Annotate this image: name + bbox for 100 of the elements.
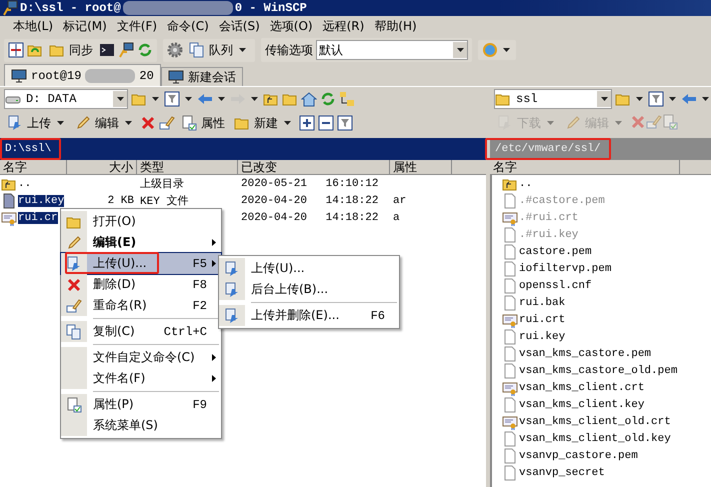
path-text: D:\ssl\ [5, 143, 52, 155]
menu-item[interactable]: 帮助(H) [369, 18, 422, 34]
toolbar-button[interactable]: 属性 [178, 114, 228, 132]
menu-item[interactable]: 会话(S) [214, 18, 265, 34]
back-arrow-icon[interactable] [681, 91, 697, 107]
home-icon[interactable] [301, 91, 317, 107]
file-name[interactable]: .#castore.pem [519, 194, 605, 206]
menu-item[interactable]: 上传(U)... [219, 258, 399, 279]
menu-item[interactable]: 打开(O) [61, 211, 221, 232]
delete-icon [140, 115, 156, 131]
upload-icon [7, 115, 23, 131]
file-name[interactable]: vsan_kms_client.key [519, 398, 644, 410]
certificate-icon [502, 210, 518, 226]
submenu-arrow-icon [212, 260, 216, 267]
file-name[interactable]: vsan_kms_castore.pem [519, 348, 652, 360]
menu-item[interactable]: 复制(C) Ctrl+C [61, 321, 221, 347]
file-name[interactable]: vsan_kms_client_old.key [519, 432, 671, 444]
file-name[interactable]: .#rui.crt [519, 212, 578, 224]
toolbar-button[interactable]: 编辑 [72, 114, 137, 132]
caret-icon [669, 97, 676, 101]
file-name[interactable]: rui.bak [519, 296, 566, 308]
terminal-icon[interactable] [99, 42, 115, 58]
file-name[interactable]: rui.crt [519, 314, 566, 326]
session-tab[interactable]: root@19 20 [4, 64, 161, 86]
caret-icon [218, 97, 225, 101]
plus-icon[interactable] [299, 115, 315, 131]
copy-icon [66, 324, 82, 340]
toolbar-button[interactable]: 新建 [231, 114, 296, 132]
menu-item[interactable]: 删除(D) F8 [61, 274, 221, 295]
menu-item[interactable]: 选项(O) [264, 18, 318, 34]
file-icon [502, 226, 518, 242]
toolbar-button[interactable]: 上传 [4, 114, 69, 132]
file-name[interactable]: rui.cr [18, 212, 58, 224]
menu-item[interactable]: 编辑(E) [61, 232, 221, 253]
session-tab[interactable]: 新建会话 [160, 67, 243, 86]
menu-item[interactable]: 文件(F) [112, 18, 162, 34]
file-name[interactable]: castore.pem [519, 246, 592, 258]
menu-item[interactable]: 本地(L) [8, 18, 58, 34]
submenu-arrow-icon [212, 375, 216, 382]
file-name[interactable]: .. [18, 178, 32, 190]
upload-icon [66, 256, 82, 272]
transfer-settings-dropdown[interactable]: 默认 [316, 40, 468, 60]
network-icon[interactable] [118, 42, 134, 58]
properties-icon [662, 114, 678, 130]
file-name[interactable]: openssl.cnf [519, 280, 592, 292]
file-size: 2 KB [108, 194, 134, 206]
file-name[interactable]: .. [519, 178, 532, 190]
menu-item[interactable]: 属性(P) F9 [61, 394, 221, 415]
menu-item[interactable]: 重命名(R) F2 [61, 295, 221, 321]
menu-item[interactable]: 标记(M) [58, 18, 112, 34]
caret-icon [284, 121, 291, 125]
filter-icon[interactable] [337, 115, 353, 131]
file-icon [502, 192, 518, 208]
caret-icon [600, 97, 608, 101]
blurred-area [85, 68, 136, 82]
menu-item[interactable]: 远程(R) [318, 18, 370, 34]
gear-icon[interactable] [167, 42, 183, 58]
file-icon [502, 464, 518, 480]
file-name[interactable]: vsan_kms_client_old.crt [519, 416, 671, 428]
caret-icon [636, 97, 643, 101]
properties-icon [66, 396, 82, 412]
network-icon[interactable] [2, 0, 18, 16]
pencil-icon [75, 115, 91, 131]
compare-icon[interactable] [8, 42, 24, 58]
caret-icon [116, 97, 124, 101]
file-icon [502, 430, 518, 446]
file-name[interactable]: vsan_kms_client.crt [519, 382, 644, 394]
modified-date: 2020-04-20 14:18:22 [241, 194, 378, 206]
submenu-arrow-icon [212, 354, 216, 361]
file-name[interactable]: iofiltervp.pem [519, 262, 612, 274]
menu-item[interactable]: 系统菜单(S) [61, 415, 221, 436]
folder-tree-icon[interactable] [339, 91, 355, 107]
upload-icon [224, 308, 240, 324]
menu-item[interactable]: 文件名(F) [61, 368, 221, 394]
menu-item[interactable]: 命令(C) [162, 18, 214, 34]
certificate-icon [502, 414, 518, 430]
rename-icon [646, 114, 662, 130]
properties-icon [181, 115, 197, 131]
back-arrow-icon[interactable] [197, 91, 213, 107]
file-name[interactable]: rui.key [18, 194, 64, 206]
minus-icon[interactable] [318, 115, 334, 131]
file-name[interactable]: .#rui.key [519, 228, 578, 240]
file-name[interactable]: rui.key [519, 330, 566, 342]
certificate-icon [1, 210, 17, 226]
pencil-icon [66, 234, 82, 250]
file-name[interactable]: vsanvp_castore.pem [519, 450, 638, 462]
menu-item[interactable]: 文件自定义命令(C) [61, 347, 221, 368]
file-name[interactable]: vsanvp_secret [519, 466, 605, 478]
caret-icon [702, 97, 709, 101]
file-type: 上级目录 [140, 177, 184, 191]
menu-item[interactable]: 上传并删除(E)... F6 [219, 305, 399, 326]
computer-icon [168, 69, 184, 85]
upload-icon [224, 282, 240, 298]
drive-dropdown[interactable]: ssl [494, 89, 612, 109]
drive-dropdown[interactable]: D: DATA [4, 89, 128, 109]
menu-item[interactable]: 后台上传(B)... [219, 279, 399, 305]
filter-icon[interactable] [164, 91, 180, 107]
file-name[interactable]: vsan_kms_castore_old.pem [519, 364, 678, 376]
certificate-icon [502, 380, 518, 396]
filter-icon[interactable] [648, 91, 664, 107]
